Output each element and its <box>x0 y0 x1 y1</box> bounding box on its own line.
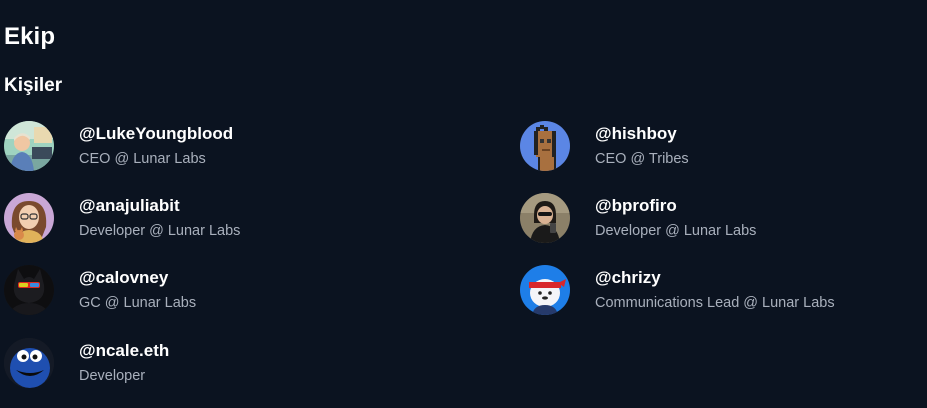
person-role: Communications Lead @ Lunar Labs <box>595 295 835 311</box>
illustrated-man-avatar-icon <box>4 121 54 171</box>
person-role: Developer @ Lunar Labs <box>595 223 757 239</box>
person-handle[interactable]: @bprofiro <box>595 195 677 217</box>
avatar[interactable] <box>4 121 54 171</box>
person-role: GC @ Lunar Labs <box>79 295 197 311</box>
person-role: CEO @ Lunar Labs <box>79 151 206 167</box>
person-card[interactable]: @ncale.eth Developer <box>4 338 424 392</box>
avatar[interactable] <box>520 121 570 171</box>
person-handle[interactable]: @ncale.eth <box>79 340 169 362</box>
dark-creature-avatar-icon <box>4 265 54 315</box>
people-heading: Kişiler <box>4 75 63 96</box>
person-handle[interactable]: @calovney <box>79 267 168 289</box>
person-role: Developer <box>79 368 146 384</box>
pixel-punk-avatar-icon <box>520 121 570 171</box>
person-card[interactable]: @bprofiro Developer @ Lunar Labs <box>520 193 927 247</box>
person-handle[interactable]: @LukeYoungblood <box>79 123 233 145</box>
mirror-selfie-avatar-icon <box>520 193 570 243</box>
person-card[interactable]: @anajuliabit Developer @ Lunar Labs <box>4 193 424 247</box>
person-handle[interactable]: @hishboy <box>595 123 677 145</box>
person-card[interactable]: @calovney GC @ Lunar Labs <box>4 265 424 319</box>
person-card[interactable]: @chrizy Communications Lead @ Lunar Labs <box>520 265 927 319</box>
blue-monster-avatar-icon <box>4 338 54 388</box>
illustrated-woman-avatar-icon <box>4 193 54 243</box>
person-card[interactable]: @hishboy CEO @ Tribes <box>520 121 927 175</box>
person-role: Developer @ Lunar Labs <box>79 223 241 239</box>
person-handle[interactable]: @chrizy <box>595 267 661 289</box>
person-handle[interactable]: @anajuliabit <box>79 195 180 217</box>
cartoon-headband-avatar-icon <box>520 265 570 315</box>
avatar[interactable] <box>520 193 570 243</box>
person-card[interactable]: @LukeYoungblood CEO @ Lunar Labs <box>4 121 424 175</box>
team-section: Ekip Kişiler @LukeYoungblood CEO @ Lunar… <box>0 0 927 408</box>
avatar[interactable] <box>520 265 570 315</box>
avatar[interactable] <box>4 193 54 243</box>
avatar[interactable] <box>4 265 54 315</box>
avatar[interactable] <box>4 338 54 388</box>
section-title: Ekip <box>4 23 56 50</box>
person-role: CEO @ Tribes <box>595 151 689 167</box>
